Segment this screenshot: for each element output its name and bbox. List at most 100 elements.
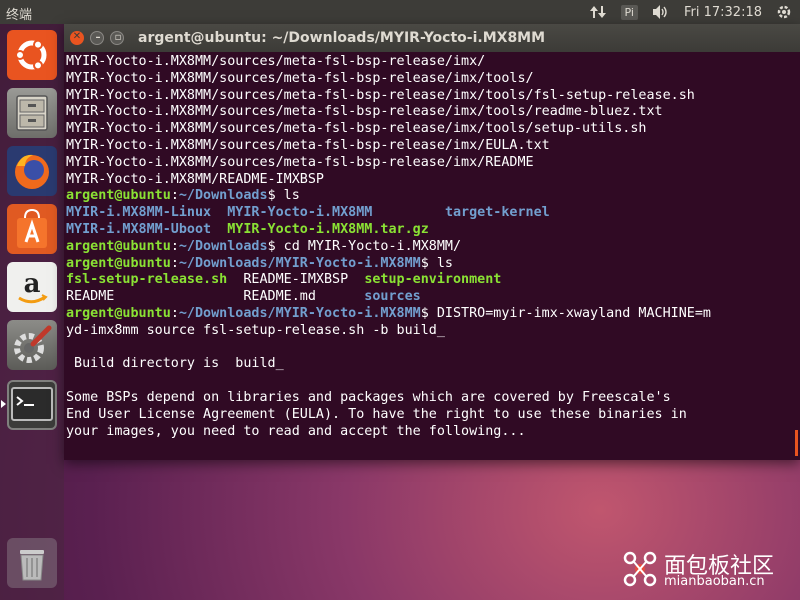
terminal-line: fsl-setup-release.sh README-IMXBSP setup… bbox=[66, 272, 792, 289]
terminal-line: ​ bbox=[66, 373, 792, 390]
terminal-text: MYIR-Yocto-i.MX8MM/sources/meta-fsl-bsp-… bbox=[66, 121, 647, 137]
terminal-text: README-IMXBSP bbox=[227, 272, 365, 288]
maximize-icon: ▫ bbox=[114, 32, 122, 43]
terminal-text: your images, you need to read and accept… bbox=[66, 423, 526, 439]
terminal-line: Build directory is build_ bbox=[66, 356, 792, 373]
launcher-trash[interactable] bbox=[7, 538, 57, 588]
terminal-text: MYIR-Yocto-i.MX8MM/sources/meta-fsl-bsp-… bbox=[66, 137, 550, 153]
terminal-line: argent@ubuntu:~/Downloads/MYIR-Yocto-i.M… bbox=[66, 306, 792, 323]
watermark: 面包板社区 mianbaoban.cn bbox=[620, 546, 800, 594]
indicator-area: Pi Fri 17:32:18 bbox=[589, 0, 792, 24]
terminal-line: README README.md sources bbox=[66, 289, 792, 306]
terminal-text: MYIR-Yocto-i.MX8MM/sources/meta-fsl-bsp-… bbox=[66, 104, 663, 120]
terminal-text: MYIR-Yocto-i.MX8MM/sources/meta-fsl-bsp-… bbox=[66, 70, 534, 86]
window-title: argent@ubuntu: ~/Downloads/MYIR-Yocto-i.… bbox=[138, 30, 546, 46]
terminal-text-green: argent@ubuntu bbox=[66, 255, 171, 271]
launcher-files[interactable] bbox=[7, 88, 57, 138]
running-indicator bbox=[1, 400, 6, 408]
network-updown-icon[interactable] bbox=[589, 4, 607, 20]
launcher-firefox[interactable] bbox=[7, 146, 57, 196]
terminal-text-blue: ~/Downloads bbox=[178, 188, 268, 204]
terminal-text-blue: ~/Downloads/MYIR-Yocto-i.MX8MM bbox=[178, 255, 421, 271]
firefox-icon bbox=[15, 154, 49, 189]
terminal-text-blue: MYIR-Yocto-i.MX8MM bbox=[227, 205, 373, 221]
launcher-system-settings[interactable] bbox=[7, 320, 57, 370]
top-panel: 终端 Pi Fri 17:32:18 bbox=[0, 0, 800, 24]
terminal-line: MYIR-Yocto-i.MX8MM/sources/meta-fsl-bsp-… bbox=[66, 71, 792, 88]
terminal-text-blue: target-kernel bbox=[444, 205, 550, 221]
maximize-button[interactable]: ▫ bbox=[110, 31, 124, 45]
terminal-text: MYIR-Yocto-i.MX8MM/sources/meta-fsl-bsp-… bbox=[66, 54, 486, 69]
terminal-text: : bbox=[170, 188, 179, 204]
close-icon: ✕ bbox=[72, 31, 82, 42]
launcher-ubuntu-dash[interactable] bbox=[7, 30, 57, 80]
ubuntu-logo-icon bbox=[15, 39, 47, 71]
terminal-line: MYIR-Yocto-i.MX8MM/sources/meta-fsl-bsp-… bbox=[66, 104, 792, 121]
terminal-window[interactable]: ✕ – ▫ argent@ubuntu: ~/Downloads/MYIR-Yo… bbox=[64, 24, 800, 460]
launcher-amazon[interactable]: a bbox=[7, 262, 57, 312]
terminal-text: Some BSPs depend on libraries and packag… bbox=[66, 389, 671, 405]
minimize-button[interactable]: – bbox=[90, 31, 104, 45]
terminal-text-green: argent@ubuntu bbox=[66, 238, 171, 254]
terminal-text: : bbox=[170, 255, 179, 271]
terminal-text-blue: ~/Downloads/MYIR-Yocto-i.MX8MM bbox=[178, 305, 421, 321]
terminal-text-green: MYIR-Yocto-i.MX8MM.tar.gz bbox=[227, 221, 429, 237]
watermark-logo-icon bbox=[623, 551, 657, 587]
terminal-line: argent@ubuntu:~/Downloads$ cd MYIR-Yocto… bbox=[66, 239, 792, 256]
launcher-ubuntu-software[interactable] bbox=[7, 204, 57, 254]
terminal-line: MYIR-Yocto-i.MX8MM/sources/meta-fsl-bsp-… bbox=[66, 121, 792, 138]
terminal-text: End User License Agreement (EULA). To ha… bbox=[66, 406, 687, 422]
terminal-line: argent@ubuntu:~/Downloads/MYIR-Yocto-i.M… bbox=[66, 256, 792, 273]
terminal-text-green: setup-environment bbox=[364, 272, 502, 288]
launcher-terminal[interactable] bbox=[7, 380, 57, 430]
terminal-line: MYIR-Yocto-i.MX8MM/sources/meta-fsl-bsp-… bbox=[66, 88, 792, 105]
terminal-text-blue: MYIR-i.MX8MM-Uboot bbox=[66, 221, 212, 237]
svg-text:a: a bbox=[24, 269, 41, 299]
terminal-icon bbox=[11, 387, 53, 421]
terminal-line: MYIR-Yocto-i.MX8MM/README-IMXBSP bbox=[66, 172, 792, 189]
terminal-text: README README.md bbox=[66, 289, 365, 305]
terminal-text: $ DISTRO=myir-imx-xwayland MACHINE=m bbox=[420, 305, 711, 321]
keyboard-indicator[interactable]: Pi bbox=[620, 4, 638, 20]
terminal-line: MYIR-Yocto-i.MX8MM/sources/meta-fsl-bsp-… bbox=[66, 54, 792, 71]
terminal-line: MYIR-i.MX8MM-Uboot MYIR-Yocto-i.MX8MM.ta… bbox=[66, 222, 792, 239]
terminal-text-blue: MYIR-i.MX8MM-Linux bbox=[66, 205, 212, 221]
terminal-text-green: argent@ubuntu bbox=[66, 188, 171, 204]
terminal-text: : bbox=[170, 238, 179, 254]
amazon-icon: a bbox=[18, 269, 48, 304]
terminal-line: your images, you need to read and accept… bbox=[66, 424, 792, 441]
terminal-line: ​ bbox=[66, 340, 792, 357]
terminal-text: $ ls bbox=[420, 255, 453, 271]
terminal-text: yd-imx8mm source fsl-setup-release.sh -b… bbox=[66, 322, 445, 338]
terminal-line: MYIR-i.MX8MM-Linux MYIR-Yocto-i.MX8MM ta… bbox=[66, 205, 792, 222]
terminal-text-blue: sources bbox=[364, 289, 421, 305]
software-bag-icon bbox=[17, 208, 47, 248]
terminal-text: MYIR-Yocto-i.MX8MM/README-IMXBSP bbox=[66, 171, 324, 187]
window-titlebar[interactable]: ✕ – ▫ argent@ubuntu: ~/Downloads/MYIR-Yo… bbox=[64, 24, 800, 52]
power-gear-icon[interactable] bbox=[776, 4, 792, 20]
close-button[interactable]: ✕ bbox=[70, 31, 84, 45]
terminal-output[interactable]: MYIR-Yocto-i.MX8MM/sources/meta-fsl-bsp-… bbox=[66, 54, 792, 456]
terminal-line: argent@ubuntu:~/Downloads$ ls bbox=[66, 188, 792, 205]
terminal-line: End User License Agreement (EULA). To ha… bbox=[66, 407, 792, 424]
terminal-text-green: argent@ubuntu bbox=[66, 305, 171, 321]
terminal-text: Build directory is build_ bbox=[66, 356, 284, 372]
volume-icon[interactable] bbox=[652, 4, 670, 20]
settings-gear-wrench-icon bbox=[14, 325, 52, 363]
minimize-icon: – bbox=[95, 32, 101, 43]
terminal-text: : bbox=[170, 305, 179, 321]
file-cabinet-icon bbox=[16, 95, 48, 131]
terminal-scrollbar[interactable] bbox=[795, 430, 798, 456]
terminal-line: Some BSPs depend on libraries and packag… bbox=[66, 390, 792, 407]
active-app-name[interactable]: 终端 bbox=[6, 4, 32, 23]
terminal-text: $ ls bbox=[267, 188, 300, 204]
terminal-line: yd-imx8mm source fsl-setup-release.sh -b… bbox=[66, 323, 792, 340]
terminal-line: MYIR-Yocto-i.MX8MM/sources/meta-fsl-bsp-… bbox=[66, 138, 792, 155]
watermark-text-en: mianbaoban.cn bbox=[664, 574, 765, 589]
clock[interactable]: Fri 17:32:18 bbox=[684, 5, 762, 20]
terminal-text-green: fsl-setup-release.sh bbox=[66, 272, 228, 288]
terminal-text: MYIR-Yocto-i.MX8MM/sources/meta-fsl-bsp-… bbox=[66, 154, 534, 170]
